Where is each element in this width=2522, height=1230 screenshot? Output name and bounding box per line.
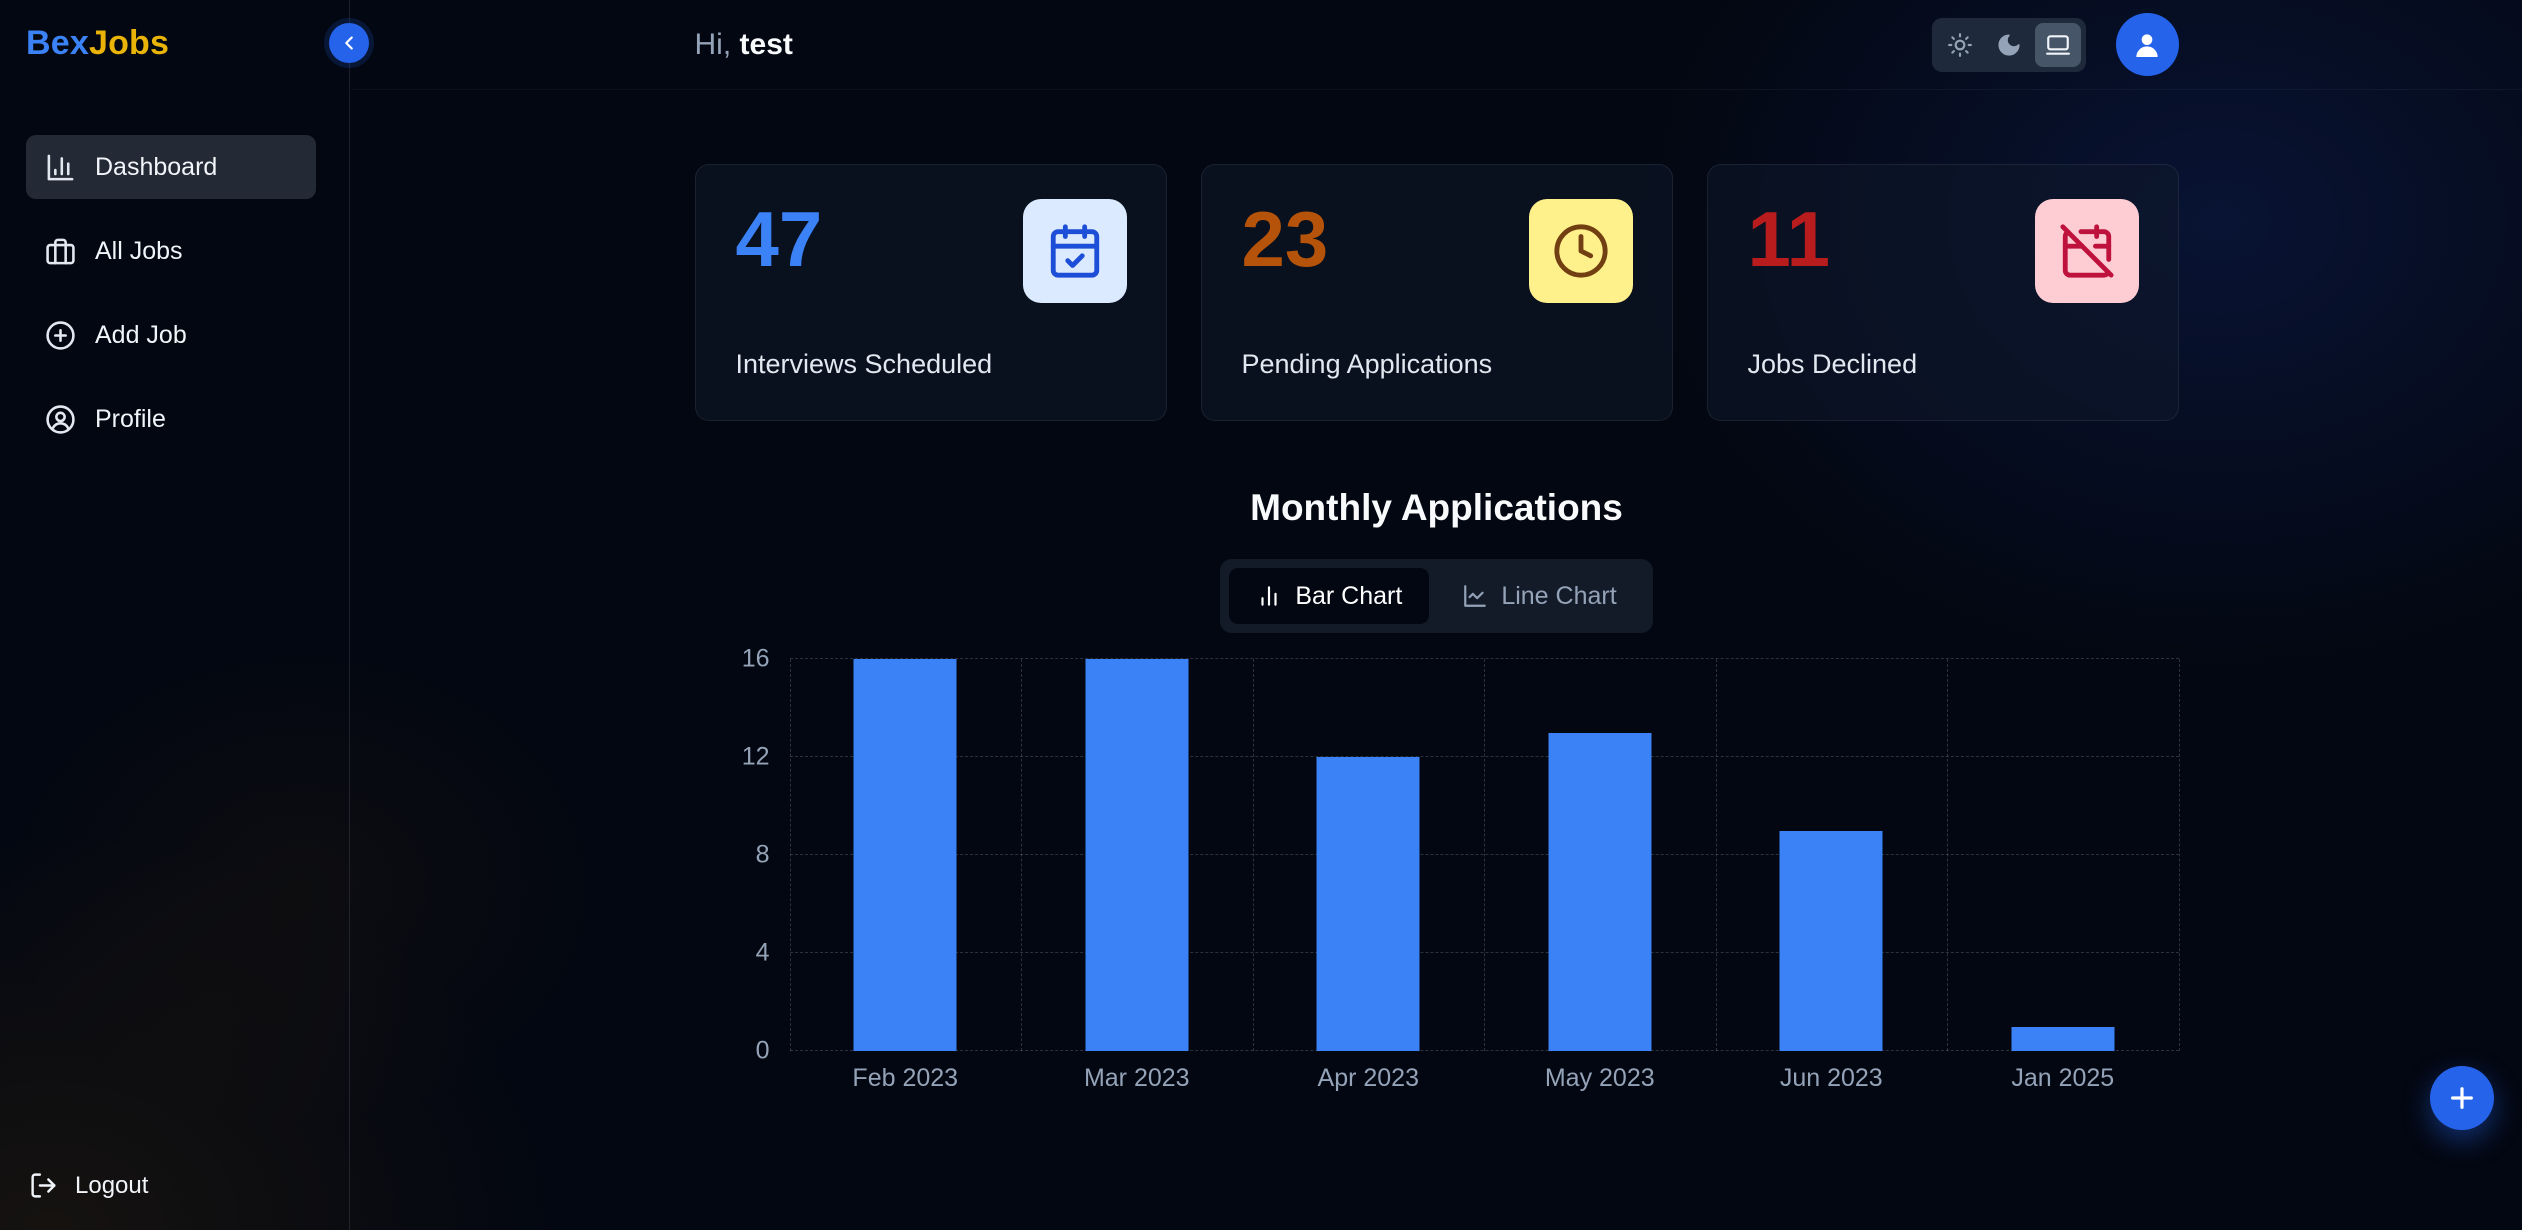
sidebar-item-add-job[interactable]: Add Job (26, 303, 316, 367)
sidebar-item-label: Dashboard (95, 153, 217, 182)
user-circle-icon (45, 404, 76, 435)
y-axis-tick: 4 (756, 939, 770, 968)
stat-value: 47 (736, 199, 823, 281)
logout-label: Logout (75, 1172, 148, 1200)
plus-icon (2446, 1082, 2478, 1114)
app-logo-part1: Bex (26, 24, 89, 62)
stat-value: 23 (1242, 199, 1329, 281)
y-axis-tick: 16 (742, 645, 770, 674)
v-gridline (1484, 659, 1485, 1051)
top-header: Hi, test (351, 0, 2522, 90)
v-gridline (1021, 659, 1022, 1051)
x-axis-label: Jan 2025 (1947, 1064, 2179, 1093)
add-job-fab[interactable] (2430, 1066, 2494, 1130)
sidebar-item-label: Profile (95, 405, 166, 434)
main-area: Hi, test (351, 0, 2522, 1230)
x-axis-label: Mar 2023 (1021, 1064, 1253, 1093)
stat-card-interviews: 47 Interviews Scheduled (695, 164, 1167, 421)
chart-bar[interactable] (854, 659, 957, 1051)
y-axis-tick: 8 (756, 841, 770, 870)
v-gridline (1716, 659, 1717, 1051)
sidebar-item-dashboard[interactable]: Dashboard (26, 135, 316, 199)
line-chart-toggle-button[interactable]: Line Chart (1435, 568, 1643, 624)
theme-dark-button[interactable] (1986, 23, 2032, 67)
chart-x-axis: Feb 2023Mar 2023Apr 2023May 2023Jun 2023… (790, 1064, 2179, 1093)
chart-bar[interactable] (2011, 1027, 2114, 1052)
stats-row: 47 Interviews Scheduled 23 Pending Appli… (695, 164, 2179, 421)
theme-switcher (1932, 18, 2086, 72)
stat-value: 11 (1748, 199, 1830, 281)
monthly-applications-chart: 0481216 (695, 659, 2179, 1051)
line-chart-toggle-label: Line Chart (1501, 582, 1616, 611)
chart-title: Monthly Applications (695, 487, 2179, 529)
calendar-check-icon (1023, 199, 1127, 303)
avatar[interactable] (2116, 13, 2179, 76)
sidebar-item-label: Add Job (95, 321, 187, 350)
sidebar-item-profile[interactable]: Profile (26, 387, 316, 451)
theme-light-button[interactable] (1937, 23, 1983, 67)
greeting: Hi, test (695, 28, 793, 62)
briefcase-icon (45, 236, 76, 267)
theme-system-button[interactable] (2035, 23, 2081, 67)
v-gridline (1253, 659, 1254, 1051)
stat-label: Pending Applications (1242, 349, 1633, 380)
x-axis-label: May 2023 (1484, 1064, 1716, 1093)
bar-chart-toggle-label: Bar Chart (1295, 582, 1402, 611)
v-gridline (790, 659, 791, 1051)
chevron-left-icon (338, 32, 360, 54)
sidebar-collapse-button[interactable] (329, 23, 369, 63)
v-gridline (1947, 659, 1948, 1051)
logout-icon (29, 1171, 58, 1200)
chart-y-axis: 0481216 (695, 659, 790, 1051)
app-logo-part2: Jobs (89, 24, 169, 62)
v-gridline (2179, 659, 2180, 1051)
chart-bar[interactable] (1548, 733, 1651, 1052)
user-icon (2131, 29, 2163, 61)
sidebar-nav: Dashboard All Jobs Add Job Profile (0, 135, 349, 451)
stat-card-declined: 11 Jobs Declined (1707, 164, 2179, 421)
y-axis-tick: 12 (742, 743, 770, 772)
x-axis-label: Jun 2023 (1716, 1064, 1948, 1093)
sun-icon (1947, 32, 1973, 58)
chart-bar[interactable] (1085, 659, 1188, 1051)
chart-bar[interactable] (1317, 757, 1420, 1051)
stat-label: Interviews Scheduled (736, 349, 1127, 380)
calendar-off-icon (2035, 199, 2139, 303)
plus-circle-icon (45, 320, 76, 351)
bar-chart-icon (1256, 583, 1282, 609)
logout-button[interactable]: Logout (0, 1171, 148, 1230)
username: test (740, 28, 793, 61)
app-logo: BexJobs (0, 0, 349, 63)
stat-card-pending: 23 Pending Applications (1201, 164, 1673, 421)
clock-icon (1529, 199, 1633, 303)
sidebar-item-label: All Jobs (95, 237, 183, 266)
chart-bar[interactable] (1780, 831, 1883, 1052)
chart-type-toggle: Bar Chart Line Chart (1220, 559, 1652, 633)
laptop-icon (2045, 32, 2071, 58)
greeting-prefix: Hi, (695, 28, 732, 61)
x-axis-label: Apr 2023 (1253, 1064, 1485, 1093)
chart-plot (790, 659, 2179, 1051)
bar-chart-toggle-button[interactable]: Bar Chart (1229, 568, 1429, 624)
sidebar-item-all-jobs[interactable]: All Jobs (26, 219, 316, 283)
y-axis-tick: 0 (756, 1037, 770, 1066)
sidebar: BexJobs Dashboard All Jobs Add Job (0, 0, 350, 1230)
x-axis-label: Feb 2023 (790, 1064, 1022, 1093)
line-chart-icon (1462, 583, 1488, 609)
stat-label: Jobs Declined (1748, 349, 2139, 380)
moon-icon (1996, 32, 2022, 58)
bar-chart-icon (45, 152, 76, 183)
